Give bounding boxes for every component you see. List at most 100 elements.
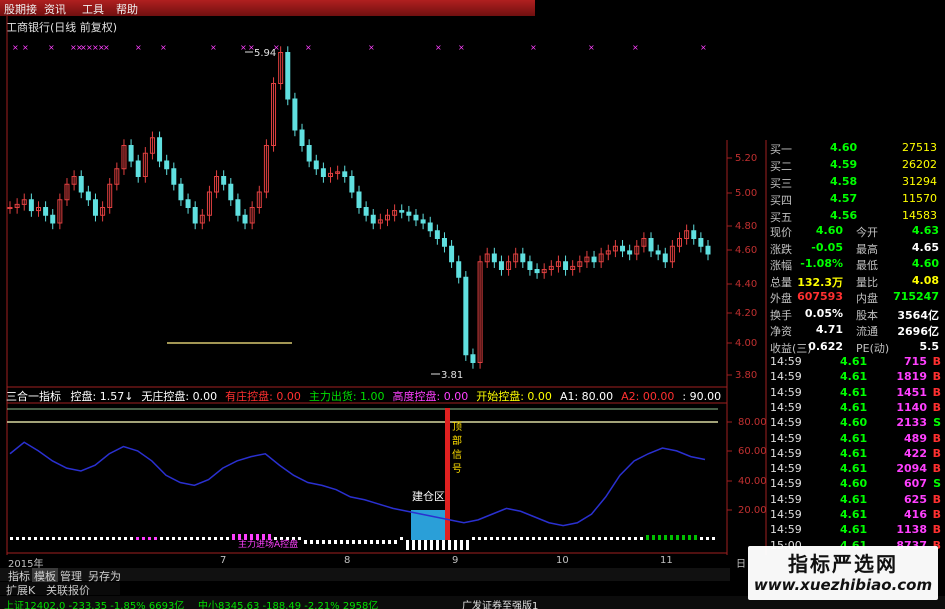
tick-price: 4.61: [840, 492, 868, 506]
svg-text:×: ×: [135, 43, 142, 52]
watermark: 指标严选网 www.xuezhibiao.com: [748, 546, 938, 600]
indicator-name[interactable]: 三合一指标: [6, 390, 61, 403]
tick-flag: B: [932, 462, 941, 476]
quote-row: 14:59 4.61 416 B: [768, 508, 945, 523]
tick-price: 4.60: [840, 416, 868, 430]
tick-volume: 1140: [896, 400, 927, 414]
indicator-value: 主力出货: 1.00: [308, 390, 385, 403]
stat-value: 4.08: [911, 273, 939, 287]
tick-volume: 2094: [896, 462, 927, 476]
time-axis-label: 日: [736, 559, 746, 570]
quote-row: 14:59 4.61 1451 B: [768, 386, 945, 401]
bid-volume: 31294: [902, 175, 937, 188]
svg-text:×: ×: [240, 43, 247, 52]
stat-label: 今开: [856, 226, 878, 239]
stat-value: 5.5: [919, 339, 940, 353]
tick-flag: B: [932, 492, 941, 506]
tick-volume: 489: [904, 431, 927, 445]
svg-text:×: ×: [48, 43, 55, 52]
stat-label: 总量: [770, 275, 792, 289]
svg-text:×: ×: [588, 43, 595, 52]
bid-price: 4.57: [830, 192, 858, 205]
tick-volume: 416: [904, 508, 927, 521]
bid-price: 4.58: [830, 175, 858, 188]
stat-label: 净资: [770, 325, 792, 338]
indicator-value: 高度控盘: 0.00: [392, 390, 469, 403]
stat-value: 0.05%: [804, 306, 843, 320]
tick-volume: 715: [904, 355, 927, 368]
time-axis-label: 7: [220, 555, 227, 566]
svg-text:×: ×: [435, 43, 442, 52]
tick-volume: 625: [904, 492, 927, 506]
quote-row: 买三 4.58 31294: [768, 175, 945, 190]
svg-text:×: ×: [305, 43, 312, 52]
quote-row: 14:59 4.61 625 B: [768, 493, 945, 508]
stat-value: -0.05: [811, 240, 843, 254]
tick-flag: B: [932, 385, 941, 399]
quote-row: 14:59 4.61 1819 B: [768, 370, 945, 385]
svg-text:×: ×: [632, 43, 639, 52]
bid-label: 买三: [770, 177, 792, 190]
stat-label: 现价: [770, 226, 792, 239]
tick-flag: S: [933, 416, 941, 430]
indicator-header: 三合一指标 控盘: 1.57↓ 无庄控盘: 0.00 有庄控盘: 0.00 主力出货:…: [6, 388, 735, 403]
tick-flag: B: [932, 431, 941, 445]
high-label: 5.94: [254, 48, 276, 59]
bid-price: 4.60: [830, 141, 858, 154]
tick-time: 14:59: [770, 431, 802, 445]
bid-label: 买二: [770, 160, 792, 173]
svg-text:×: ×: [210, 43, 217, 52]
bid-price: 4.59: [830, 158, 858, 171]
quote-row: 14:59 4.61 422 B: [768, 447, 945, 462]
index-sz: 中小8345.63 -188.49 -2.21% 2958亿: [198, 601, 379, 609]
bid-volume: 14583: [902, 209, 937, 222]
price-axis-label: 5.20: [735, 153, 757, 164]
price-axis: 5.20 5.00 4.80 4.60 4.40 4.20 4.00 3.80: [727, 153, 757, 381]
stat-value: 715247: [893, 290, 939, 303]
quote-row: 买四 4.57 11570: [768, 192, 945, 207]
histogram: [10, 534, 715, 550]
stat-value: 4.71: [815, 323, 843, 336]
quote-row: 总量 132.3万 量比 4.08: [768, 274, 945, 289]
stat-label: 内盘: [856, 292, 878, 305]
svg-text:×: ×: [12, 43, 19, 52]
price-axis-label: 4.20: [735, 308, 757, 319]
tick-volume: 2133: [896, 416, 927, 430]
quote-row: 14:59 4.60 607 S: [768, 477, 945, 492]
indicator-axis-label: 40.00: [738, 476, 767, 487]
tick-time: 14:59: [770, 416, 802, 430]
stat-label: 收益(三): [770, 341, 812, 355]
stat-value: 3564亿: [897, 308, 939, 322]
tick-price: 4.61: [840, 462, 868, 476]
build-zone-label: 建仓区: [412, 489, 445, 503]
time-axis: 2015年 7 8 9 10 11 日: [0, 555, 746, 570]
tick-price: 4.61: [840, 385, 868, 399]
indicator-value: 有庄控盘: 0.00: [225, 390, 301, 403]
tick-time: 14:59: [770, 370, 802, 384]
tick-time: 14:59: [770, 400, 802, 414]
candles: [7, 46, 711, 369]
tick-price: 4.61: [840, 523, 868, 537]
quote-row: 14:59 4.61 489 B: [768, 432, 945, 447]
bid-volume: 11570: [902, 192, 937, 205]
bid-label: 买五: [770, 211, 792, 224]
quote-row: 14:59 4.61 715 B: [768, 355, 945, 370]
svg-text:×: ×: [368, 43, 375, 52]
quote-row: 买一 4.60 27513: [768, 141, 945, 156]
stat-label: 最低: [856, 259, 878, 272]
oscillator-line: [9, 441, 706, 527]
stat-label: 外盘: [770, 292, 792, 305]
svg-text:×: ×: [530, 43, 537, 52]
stat-value: 4.65: [911, 240, 939, 254]
time-axis-label: 11: [660, 555, 673, 566]
stat-label: PE(动): [856, 341, 890, 355]
stat-label: 涨跌: [770, 242, 792, 256]
tick-flag: B: [932, 370, 941, 384]
main-entry-label: 主力进场A控盘: [238, 538, 298, 550]
stat-value: 4.60: [815, 224, 843, 237]
bid-label: 买一: [770, 143, 792, 156]
low-label: 3.81: [441, 370, 463, 381]
tick-volume: 1138: [896, 523, 927, 537]
quote-row: 涨跌 -0.05 最高 4.65: [768, 241, 945, 256]
indicator-axis-label: 20.00: [738, 505, 767, 516]
